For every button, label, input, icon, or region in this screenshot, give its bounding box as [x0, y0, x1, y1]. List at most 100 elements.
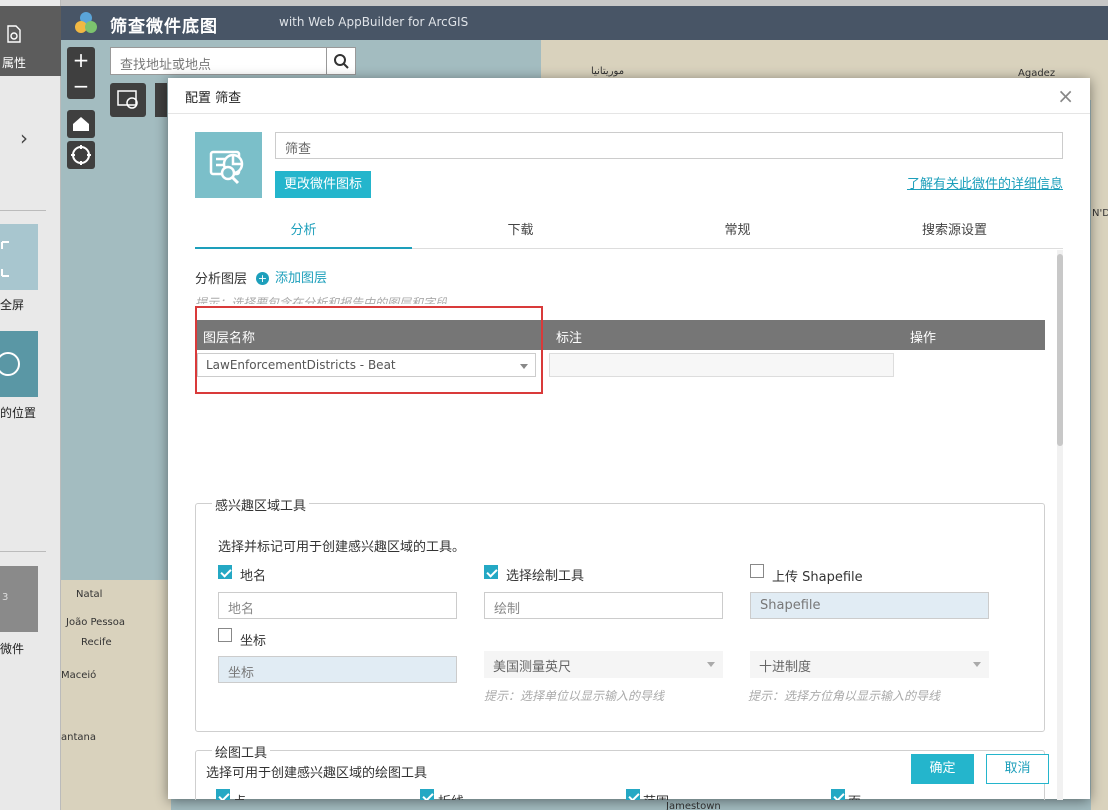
divider — [0, 210, 46, 211]
tab-content: 分析图层 + 添加图层 提示：选择要包含在分析和报告中的图层和字段 图层名称 标注… — [195, 250, 1063, 800]
polyline-label: 折线 — [438, 791, 464, 800]
app-logo-icon — [75, 12, 97, 33]
chevron-down-icon — [707, 662, 715, 667]
chevron-right-icon[interactable]: › — [20, 126, 28, 150]
tab-download[interactable]: 下载 — [412, 218, 629, 249]
col-label: 标注 — [556, 331, 583, 346]
fullscreen-label: 全屏 — [0, 298, 25, 312]
widget-name-input[interactable]: 筛查 — [275, 132, 1063, 159]
coordinate-checkbox[interactable] — [218, 628, 232, 642]
divider — [168, 113, 1090, 114]
roi-tools-description: 选择并标记可用于创建感兴趣区域的工具。 — [218, 540, 466, 555]
mylocation-label: 的位置 — [0, 406, 37, 420]
screening-icon — [209, 150, 244, 185]
format-select-value: 十进制度 — [759, 660, 812, 675]
extent-checkbox[interactable] — [626, 789, 640, 800]
locate-icon — [0, 352, 20, 376]
map-label: Recife — [81, 637, 112, 648]
analysis-hint: 提示：选择要包含在分析和报告中的图层和字段 — [195, 296, 448, 304]
map-land — [1091, 100, 1108, 810]
point-checkbox[interactable] — [216, 789, 230, 800]
tab-search-source[interactable]: 搜索源设置 — [846, 218, 1063, 249]
add-layer-link[interactable]: + 添加图层 — [256, 267, 327, 286]
mylocation-tile[interactable] — [0, 331, 38, 397]
zoom-out-button[interactable]: − — [67, 73, 95, 99]
zoom-control: + − — [67, 47, 95, 99]
place-name-checkbox[interactable] — [218, 565, 232, 579]
map-label: João Pessoa — [66, 617, 125, 628]
polyline-checkbox[interactable] — [420, 789, 434, 800]
zoom-in-button[interactable]: + — [67, 47, 95, 73]
left-panel: 属性 › 全屏 的位置 3 微件 — [0, 0, 61, 810]
place-name-label: 地名 — [240, 569, 267, 584]
unit-select[interactable]: 美国测量英尺 — [484, 651, 723, 678]
properties-panel-button[interactable]: 属性 — [0, 6, 61, 76]
extent-label: 范围 — [643, 791, 669, 800]
learn-more-link[interactable]: 了解有关此微件的详细信息 — [907, 173, 1063, 192]
format-select[interactable]: 十进制度 — [750, 651, 989, 678]
analysis-layers-label: 分析图层 — [195, 272, 248, 287]
dialog-title: 配置 筛查 — [185, 91, 242, 106]
map-land — [61, 580, 171, 810]
format-hint: 提示：选择方位角以显示输入的导线 — [748, 689, 941, 703]
map-label: antana — [61, 732, 96, 743]
polygon-label: 面 — [848, 791, 861, 800]
fullscreen-tile[interactable] — [0, 224, 38, 290]
fullscreen-icon — [1, 241, 9, 277]
widget-icon-preview — [195, 132, 262, 198]
shapefile-checkbox[interactable] — [750, 564, 764, 578]
app-title: 筛查微件底图 — [110, 17, 218, 37]
map-label: Maceió — [61, 670, 97, 681]
app-header: 筛查微件底图 with Web AppBuilder for ArcGIS — [61, 6, 1108, 40]
scrollbar-thumb[interactable] — [1057, 254, 1063, 446]
drawing-tools-description: 选择可用于创建感兴趣区域的绘图工具 — [206, 766, 428, 781]
shapefile-input[interactable]: Shapefile — [750, 592, 989, 619]
search-icon — [334, 54, 349, 69]
properties-label: 属性 — [2, 56, 27, 70]
draw-tool-label: 选择绘制工具 — [506, 569, 585, 584]
map-label: N'D — [1092, 208, 1108, 219]
close-icon[interactable]: × — [1057, 84, 1074, 108]
ok-button[interactable]: 确定 — [911, 754, 974, 784]
home-icon — [73, 117, 89, 131]
roi-tools-fieldset: 感兴趣区域工具 选择并标记可用于创建感兴趣区域的工具。 地名 地名 选择绘制工具… — [195, 495, 1045, 732]
configure-dialog: 配置 筛查 × 筛查 更改微件图标 了解有关此微件的详细信息 分析 下载 常规 … — [168, 78, 1090, 800]
drawing-tools-legend: 绘图工具 — [212, 742, 271, 761]
map-search-input[interactable]: 查找地址或地点 — [110, 47, 327, 75]
map-label: موريتانيا — [591, 66, 625, 77]
coordinate-label: 坐标 — [240, 634, 267, 649]
draw-tool-input[interactable]: 绘制 — [484, 592, 723, 619]
map-search-button[interactable] — [326, 47, 356, 75]
screening-icon — [117, 90, 138, 109]
roi-tools-legend: 感兴趣区域工具 — [212, 495, 310, 514]
place-name-input[interactable]: 地名 — [218, 592, 457, 619]
tab-general[interactable]: 常规 — [629, 218, 846, 249]
screening-widget-button[interactable] — [110, 83, 146, 117]
gear-icon — [7, 25, 21, 43]
home-button[interactable] — [67, 110, 95, 138]
content-scrollbar[interactable] — [1057, 250, 1063, 800]
add-layer-label: 添加图层 — [275, 271, 328, 286]
col-actions: 操作 — [910, 331, 937, 346]
coordinate-input[interactable]: 坐标 — [218, 656, 457, 683]
map-label: Natal — [76, 589, 103, 600]
shapefile-label: 上传 Shapefile — [772, 570, 863, 585]
highlight-box — [195, 306, 543, 394]
widget-button-partial[interactable] — [155, 83, 167, 117]
layer-label-field[interactable] — [549, 353, 894, 377]
draw-tool-checkbox[interactable] — [484, 565, 498, 579]
unit-select-value: 美国测量英尺 — [493, 660, 572, 675]
widget-tile-number: 3 — [2, 592, 9, 603]
widget-tile[interactable]: 3 — [0, 566, 38, 632]
app-subtitle: with Web AppBuilder for ArcGIS — [279, 15, 469, 29]
change-widget-icon-button[interactable]: 更改微件图标 — [275, 171, 371, 198]
point-label: 点 — [233, 791, 246, 800]
cancel-button[interactable]: 取消 — [986, 754, 1049, 784]
crosshair-icon — [71, 145, 91, 165]
locate-button[interactable] — [67, 141, 95, 169]
tab-analysis[interactable]: 分析 — [195, 218, 412, 249]
widget-label: 微件 — [0, 642, 25, 656]
polygon-checkbox[interactable] — [831, 789, 845, 800]
plus-circle-icon: + — [256, 272, 269, 285]
unit-hint: 提示：选择单位以显示输入的导线 — [484, 689, 665, 703]
